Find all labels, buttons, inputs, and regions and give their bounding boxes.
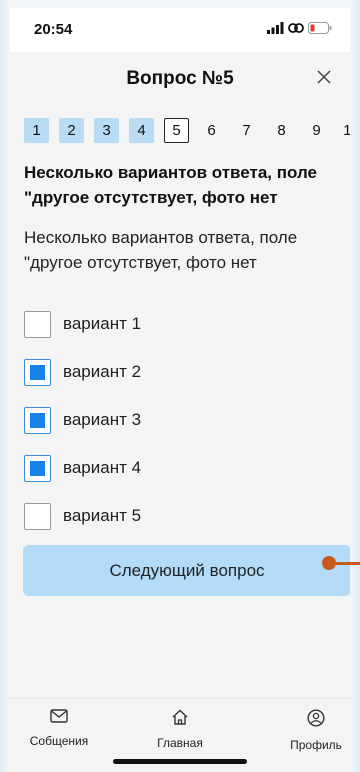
option-3[interactable]: вариант 3 [24,396,141,444]
nav-label-messages: Собщения [29,734,89,748]
checkbox-2[interactable] [24,358,51,386]
next-question-button[interactable]: Следующий вопрос [23,545,350,596]
option-label-4: вариант 4 [63,458,142,477]
checkbox-3[interactable] [24,406,51,434]
options-list: вариант 1 вариант 2 вариант 3 вариант 4 … [24,300,141,540]
link-icon [288,21,304,39]
question-nav-item-5[interactable]: 5 [164,118,189,143]
option-label-1: вариант 1 [63,314,142,333]
checkbox-5[interactable] [24,502,51,530]
question-nav-item-7[interactable]: 7 [234,118,259,143]
question-nav-item-6[interactable]: 6 [199,118,224,143]
home-indicator [113,759,247,764]
question-text: Несколько вариантов ответа, поле "другое… [24,228,298,272]
question-nav: 1 2 3 4 5 6 7 8 9 10 [24,118,350,143]
home-icon [171,709,189,730]
question-title: Несколько вариантов ответа, поле "другое… [24,163,317,207]
option-5[interactable]: вариант 5 [24,492,141,540]
nav-item-home[interactable]: Главная [135,709,225,750]
close-icon [317,69,331,89]
question-nav-item-1[interactable]: 1 [24,118,49,143]
checkbox-1[interactable] [24,310,51,338]
option-2[interactable]: вариант 2 [24,348,141,396]
option-label-3: вариант 3 [63,410,142,429]
question-nav-item-3[interactable]: 3 [94,118,119,143]
checkbox-4[interactable] [24,454,51,482]
nav-label-profile: Профиль [290,738,342,752]
option-4[interactable]: вариант 4 [24,444,141,492]
close-button[interactable] [314,69,334,89]
page-title: Вопрос №5 [126,68,234,89]
signal-icon [267,21,284,39]
option-1[interactable]: вариант 1 [24,300,141,348]
battery-icon [308,21,332,39]
phone-screen: 20:54 Вопрос №5 1 2 3 4 5 6 7 8 9 1 Неск… [10,8,350,772]
option-label-2: вариант 2 [63,362,142,381]
question-nav-item-10[interactable]: 10 [339,118,350,143]
question-nav-item-9[interactable]: 9 [304,118,329,143]
mail-icon [50,709,68,728]
main-content: 1 2 3 4 5 6 7 8 9 10 Несколько вариантов… [10,108,350,698]
question-nav-item-8[interactable]: 8 [269,118,294,143]
question-nav-item-2[interactable]: 2 [59,118,84,143]
status-time: 20:54 [34,21,73,38]
status-bar: 20:54 [10,8,350,52]
nav-item-profile[interactable]: Профиль [271,709,350,752]
pointer-line [334,562,360,565]
status-icons [267,21,332,39]
nav-item-messages[interactable]: Собщения [14,709,104,748]
nav-label-home: Главная [157,736,203,750]
header: Вопрос №5 [10,52,350,108]
question-nav-item-4[interactable]: 4 [129,118,154,143]
profile-icon [307,709,325,732]
option-label-5: вариант 5 [63,506,142,525]
